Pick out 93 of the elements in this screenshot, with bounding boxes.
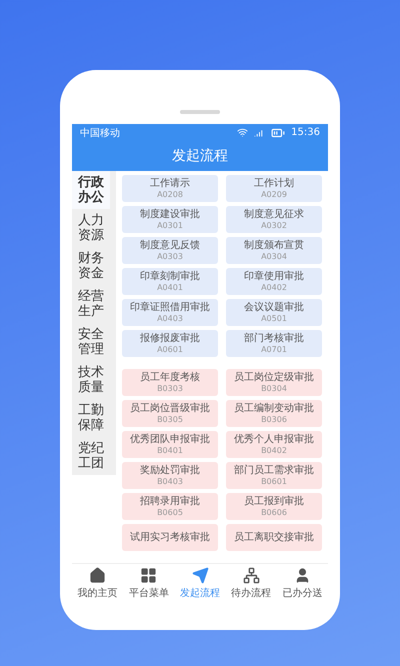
carrier-name: 中国移动 bbox=[80, 126, 120, 140]
process-card[interactable]: 工作计划 A0209 bbox=[226, 175, 322, 202]
process-name: 工作计划 bbox=[254, 178, 294, 190]
process-code: A0403 bbox=[157, 314, 183, 324]
process-name: 员工岗位晋级审批 bbox=[130, 402, 210, 414]
wifi-icon bbox=[237, 127, 248, 138]
process-name: 印章证照借用审批 bbox=[130, 302, 210, 314]
process-code: A0302 bbox=[261, 220, 287, 230]
process-card[interactable]: 工作请示 A0208 bbox=[122, 175, 218, 202]
process-code: B0304 bbox=[261, 384, 287, 394]
process-code: A0701 bbox=[261, 344, 287, 354]
process-name: 优秀团队申报审批 bbox=[130, 434, 210, 446]
category-item[interactable]: 工勤保障 bbox=[72, 399, 110, 437]
paper-plane-icon bbox=[192, 566, 208, 584]
process-name: 制度意见征求 bbox=[244, 208, 304, 220]
process-code: A0303 bbox=[157, 252, 183, 262]
category-item[interactable]: 安全管理 bbox=[72, 323, 110, 361]
process-code: A0304 bbox=[261, 252, 287, 262]
category-item[interactable]: 行政办公 bbox=[72, 171, 110, 209]
tab[interactable]: 我的主页 bbox=[72, 564, 124, 602]
process-code: B0403 bbox=[157, 476, 183, 486]
process-name: 制度意见反馈 bbox=[140, 240, 200, 252]
process-card[interactable]: 员工岗位定级审批 B0304 bbox=[226, 369, 322, 396]
process-card[interactable]: 制度意见征求 A0302 bbox=[226, 206, 322, 233]
process-name: 制度颁布宣贯 bbox=[244, 240, 304, 252]
process-card[interactable]: 员工岗位晋级审批 B0305 bbox=[122, 400, 218, 427]
process-code: B0606 bbox=[261, 508, 287, 518]
process-name: 员工岗位定级审批 bbox=[234, 372, 314, 384]
process-card[interactable]: 印章证照借用审批 A0403 bbox=[122, 299, 218, 326]
grid-icon bbox=[140, 566, 158, 584]
page-title: 发起流程 bbox=[172, 147, 228, 165]
process-card[interactable]: 制度颁布宣贯 A0304 bbox=[226, 237, 322, 264]
process-card[interactable]: 优秀个人申报审批 B0402 bbox=[226, 431, 322, 458]
tab[interactable]: 已办分送 bbox=[276, 564, 328, 602]
process-code: B0605 bbox=[157, 508, 183, 518]
process-name: 印章使用审批 bbox=[244, 270, 304, 282]
process-code: A0601 bbox=[157, 344, 183, 354]
process-card[interactable]: 报修报废审批 A0601 bbox=[122, 330, 218, 357]
home-icon bbox=[89, 566, 106, 584]
tab[interactable]: 平台菜单 bbox=[123, 564, 174, 602]
process-name: 奖励处罚审批 bbox=[140, 464, 200, 476]
process-card[interactable]: 会议议题审批 A0501 bbox=[226, 299, 322, 326]
process-code: A0301 bbox=[157, 220, 183, 230]
category-item[interactable]: 经营生产 bbox=[72, 285, 110, 323]
process-card[interactable]: 制度建设审批 A0301 bbox=[122, 206, 218, 233]
signal-icon bbox=[254, 127, 266, 138]
process-name: 印章刻制审批 bbox=[140, 270, 200, 282]
category-item[interactable]: 党纪工团 bbox=[72, 437, 110, 475]
process-code: B0303 bbox=[157, 384, 183, 394]
category-item[interactable]: 财务资金 bbox=[72, 247, 110, 285]
process-card[interactable]: 印章刻制审批 A0401 bbox=[122, 268, 218, 295]
process-code: A0209 bbox=[261, 190, 287, 200]
process-name: 报修报废审批 bbox=[140, 332, 200, 344]
process-name: 优秀个人申报审批 bbox=[234, 434, 314, 446]
process-name: 工作请示 bbox=[150, 178, 190, 190]
process-card[interactable]: 试用实习考核审批 bbox=[122, 524, 218, 551]
process-card[interactable]: 员工报到审批 B0606 bbox=[226, 493, 322, 520]
process-code: B0401 bbox=[157, 446, 183, 456]
process-name: 员工年度考核 bbox=[140, 372, 200, 384]
process-card[interactable]: 印章使用审批 A0402 bbox=[226, 268, 322, 295]
process-card[interactable]: 制度意见反馈 A0303 bbox=[122, 237, 218, 264]
process-code: B0601 bbox=[261, 476, 287, 486]
process-name: 会议议题审批 bbox=[244, 302, 304, 314]
process-card[interactable]: 优秀团队申报审批 B0401 bbox=[122, 431, 218, 458]
process-name: 部门员工需求审批 bbox=[234, 464, 314, 476]
process-card[interactable]: 员工年度考核 B0303 bbox=[122, 369, 218, 396]
tab[interactable]: 待办流程 bbox=[226, 564, 277, 602]
clock: 15:36 bbox=[291, 127, 320, 138]
process-card[interactable]: 招聘录用审批 B0605 bbox=[122, 493, 218, 520]
tab[interactable]: 发起流程 bbox=[174, 564, 226, 602]
process-code: B0305 bbox=[157, 414, 183, 424]
process-code: A0501 bbox=[261, 314, 287, 324]
process-card[interactable]: 部门员工需求审批 B0601 bbox=[226, 462, 322, 489]
speaker-grille bbox=[180, 110, 220, 114]
process-code: B0402 bbox=[261, 446, 287, 456]
process-code: A0402 bbox=[261, 282, 287, 292]
process-name: 员工编制变动审批 bbox=[234, 402, 314, 414]
process-code: B0306 bbox=[261, 414, 287, 424]
process-card[interactable]: 员工离职交接审批 bbox=[226, 524, 322, 551]
process-name: 试用实习考核审批 bbox=[130, 532, 210, 544]
process-card[interactable]: 部门考核审批 A0701 bbox=[226, 330, 322, 357]
process-card[interactable]: 奖励处罚审批 B0403 bbox=[122, 462, 218, 489]
process-code: A0208 bbox=[157, 190, 183, 200]
category-item[interactable]: 人力资源 bbox=[72, 209, 110, 247]
process-code: A0401 bbox=[157, 282, 183, 292]
hierarchy-icon bbox=[242, 566, 260, 584]
category-item[interactable]: 技术质量 bbox=[72, 361, 110, 399]
process-name: 员工离职交接审批 bbox=[234, 532, 314, 544]
process-name: 招聘录用审批 bbox=[140, 496, 200, 508]
process-card[interactable]: 员工编制变动审批 B0306 bbox=[226, 400, 322, 427]
process-name: 员工报到审批 bbox=[244, 496, 304, 508]
process-name: 制度建设审批 bbox=[140, 208, 200, 220]
process-name: 部门考核审批 bbox=[244, 332, 304, 344]
